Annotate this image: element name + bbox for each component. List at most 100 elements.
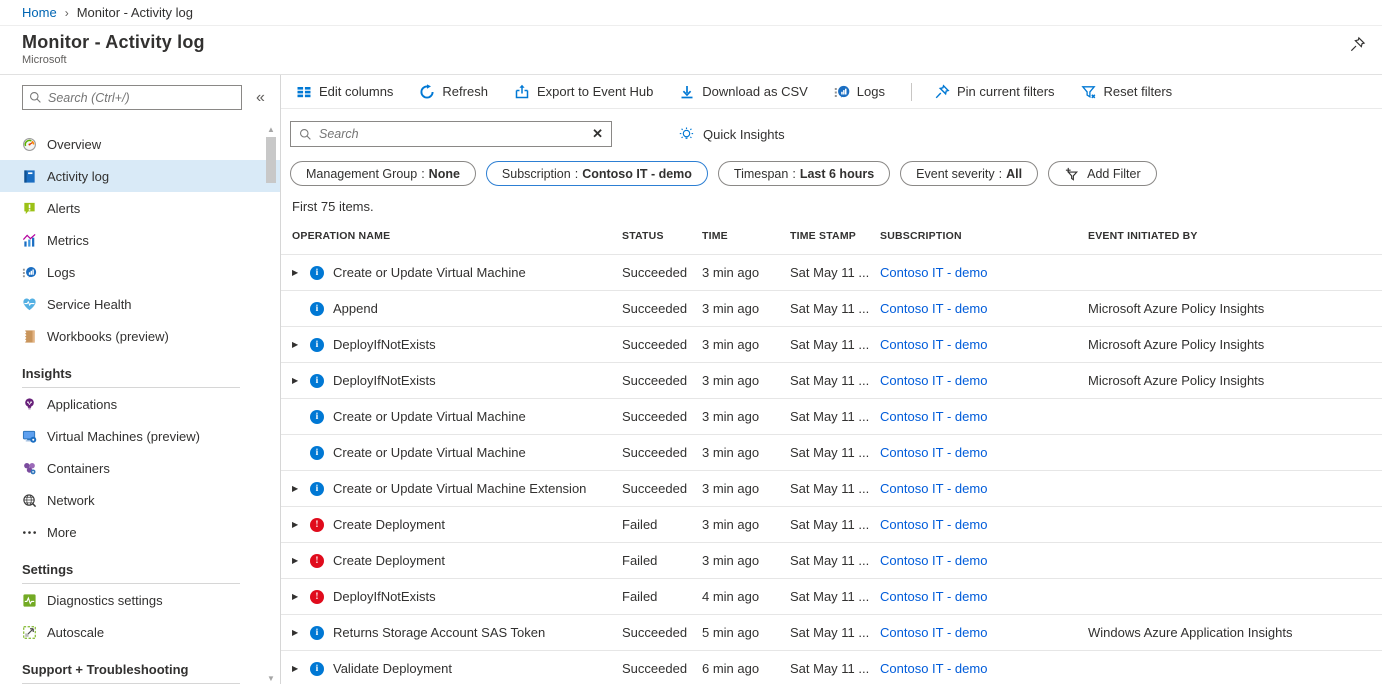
- scroll-up-icon[interactable]: ▲: [265, 125, 277, 135]
- sidebar-item-workbooks-preview[interactable]: Workbooks (preview): [0, 320, 280, 352]
- expand-row-icon[interactable]: ▶: [292, 664, 302, 673]
- time-cell: 3 min ago: [702, 337, 790, 352]
- sidebar-search-input[interactable]: [48, 91, 235, 105]
- table-body: ▶ i Create or Update Virtual Machine Suc…: [281, 254, 1382, 684]
- expand-row-icon[interactable]: ▶: [292, 376, 302, 385]
- table-row[interactable]: ▶ i DeployIfNotExists Succeeded 3 min ag…: [281, 362, 1382, 398]
- table-row[interactable]: ▶ i DeployIfNotExists Succeeded 3 min ag…: [281, 326, 1382, 362]
- logs-bubble-icon: [834, 84, 850, 100]
- sidebar-item-diagnostics-settings[interactable]: Diagnostics settings: [0, 584, 280, 616]
- pin-blade-icon[interactable]: [1349, 36, 1366, 58]
- expand-row-icon[interactable]: ▶: [292, 484, 302, 493]
- download-as-csv-button[interactable]: Download as CSV: [679, 84, 808, 100]
- logs-button[interactable]: Logs: [834, 84, 885, 100]
- sidebar-item-network[interactable]: Network: [0, 484, 280, 516]
- refresh-button[interactable]: Refresh: [419, 84, 488, 100]
- breadcrumb-current: Monitor - Activity log: [77, 5, 193, 20]
- table-row[interactable]: ▶ i Create or Update Virtual Machine Ext…: [281, 470, 1382, 506]
- sidebar-item-service-health[interactable]: Service Health: [0, 288, 280, 320]
- table-row[interactable]: ▶ i Validate Deployment Succeeded 6 min …: [281, 650, 1382, 684]
- table-row[interactable]: ▶ i Create or Update Virtual Machine Suc…: [281, 398, 1382, 434]
- sidebar-item-metrics[interactable]: Metrics: [0, 224, 280, 256]
- search-icon: [299, 128, 312, 141]
- sidebar-item-containers[interactable]: Containers: [0, 452, 280, 484]
- table-row[interactable]: ▶ i Returns Storage Account SAS Token Su…: [281, 614, 1382, 650]
- initiated-by-cell: Microsoft Azure Policy Insights: [1088, 301, 1370, 316]
- sidebar-item-label: More: [47, 525, 77, 540]
- collapse-sidebar-icon[interactable]: «: [256, 90, 265, 106]
- command-label: Refresh: [442, 84, 488, 99]
- expand-row-icon[interactable]: ▶: [292, 340, 302, 349]
- expand-row-icon[interactable]: ▶: [292, 628, 302, 637]
- status-cell: Succeeded: [622, 301, 702, 316]
- subscription-link[interactable]: Contoso IT - demo: [880, 661, 987, 676]
- expand-row-icon[interactable]: ▶: [292, 520, 302, 529]
- table-row[interactable]: ▶ ! Create Deployment Failed 3 min ago S…: [281, 542, 1382, 578]
- table-row[interactable]: ▶ i Create or Update Virtual Machine Suc…: [281, 434, 1382, 470]
- filter-pill-subscription[interactable]: Subscription:Contoso IT - demo: [486, 161, 708, 186]
- subscription-link[interactable]: Contoso IT - demo: [880, 481, 987, 496]
- clear-search-icon[interactable]: ✕: [592, 126, 603, 142]
- subscription-link[interactable]: Contoso IT - demo: [880, 589, 987, 604]
- breadcrumb-home-link[interactable]: Home: [22, 5, 57, 20]
- column-header[interactable]: EVENT INITIATED BY: [1088, 230, 1370, 242]
- edit-columns-button[interactable]: Edit columns: [296, 84, 393, 100]
- subscription-link[interactable]: Contoso IT - demo: [880, 445, 987, 460]
- expand-row-icon[interactable]: ▶: [292, 268, 302, 277]
- column-header[interactable]: TIME: [702, 230, 790, 242]
- quick-insights-label: Quick Insights: [703, 127, 785, 142]
- command-label: Export to Event Hub: [537, 84, 653, 99]
- table-row[interactable]: ▶ ! Create Deployment Failed 3 min ago S…: [281, 506, 1382, 542]
- table-header: OPERATION NAMESTATUSTIMETIME STAMPSUBSCR…: [281, 214, 1382, 254]
- operation-name: Create or Update Virtual Machine: [333, 409, 526, 424]
- sidebar-item-autoscale[interactable]: Autoscale: [0, 616, 280, 648]
- subscription-link[interactable]: Contoso IT - demo: [880, 337, 987, 352]
- sidebar-item-applications[interactable]: Applications: [0, 388, 280, 420]
- subscription-link[interactable]: Contoso IT - demo: [880, 301, 987, 316]
- expand-row-icon[interactable]: ▶: [292, 592, 302, 601]
- column-header[interactable]: SUBSCRIPTION: [880, 230, 1088, 242]
- table-row[interactable]: ▶ i Create or Update Virtual Machine Suc…: [281, 254, 1382, 290]
- reset-filters-button[interactable]: Reset filters: [1081, 84, 1173, 100]
- add-filter-button[interactable]: Add Filter: [1048, 161, 1157, 186]
- sidebar-item-overview[interactable]: Overview: [0, 128, 280, 160]
- table-row[interactable]: ▶ i Append Succeeded 3 min ago Sat May 1…: [281, 290, 1382, 326]
- sidebar-item-more[interactable]: More: [0, 516, 280, 548]
- column-header[interactable]: OPERATION NAME: [292, 230, 622, 242]
- sidebar-item-virtual-machines-preview[interactable]: Virtual Machines (preview): [0, 420, 280, 452]
- operation-name: Create or Update Virtual Machine: [333, 445, 526, 460]
- filter-pill-event-severity[interactable]: Event severity:All: [900, 161, 1038, 186]
- subscription-link[interactable]: Contoso IT - demo: [880, 373, 987, 388]
- subscription-link[interactable]: Contoso IT - demo: [880, 409, 987, 424]
- table-row[interactable]: ▶ ! DeployIfNotExists Failed 4 min ago S…: [281, 578, 1382, 614]
- export-to-event-hub-button[interactable]: Export to Event Hub: [514, 84, 653, 100]
- diagnostics-settings-icon: [22, 593, 37, 608]
- page-header: Monitor - Activity log Microsoft: [0, 26, 1382, 75]
- timestamp-cell: Sat May 11 ...: [790, 409, 880, 424]
- sidebar-scrollbar[interactable]: ▲ ▼: [265, 125, 277, 684]
- filter-pill-timespan[interactable]: Timespan:Last 6 hours: [718, 161, 890, 186]
- scrollbar-thumb[interactable]: [266, 137, 276, 183]
- quick-insights-button[interactable]: Quick Insights: [678, 126, 785, 143]
- expand-row-icon[interactable]: ▶: [292, 556, 302, 565]
- subscription-link[interactable]: Contoso IT - demo: [880, 553, 987, 568]
- subscription-link[interactable]: Contoso IT - demo: [880, 265, 987, 280]
- column-header[interactable]: TIME STAMP: [790, 230, 880, 242]
- column-header[interactable]: STATUS: [622, 230, 702, 242]
- command-label: Logs: [857, 84, 885, 99]
- subscription-link[interactable]: Contoso IT - demo: [880, 517, 987, 532]
- table-search-input[interactable]: [319, 127, 592, 141]
- timestamp-cell: Sat May 11 ...: [790, 301, 880, 316]
- scroll-down-icon[interactable]: ▼: [265, 674, 277, 684]
- sidebar-item-logs[interactable]: Logs: [0, 256, 280, 288]
- timestamp-cell: Sat May 11 ...: [790, 337, 880, 352]
- time-cell: 3 min ago: [702, 265, 790, 280]
- sidebar-item-activity-log[interactable]: Activity log: [0, 160, 280, 192]
- section-title: Support + Troubleshooting: [22, 662, 258, 683]
- more-icon: [22, 525, 37, 540]
- pin-current-filters-button[interactable]: Pin current filters: [934, 84, 1055, 100]
- subscription-link[interactable]: Contoso IT - demo: [880, 625, 987, 640]
- sidebar-item-alerts[interactable]: Alerts: [0, 192, 280, 224]
- sidebar-item-label: Alerts: [47, 201, 80, 216]
- filter-pill-management-group[interactable]: Management Group:None: [290, 161, 476, 186]
